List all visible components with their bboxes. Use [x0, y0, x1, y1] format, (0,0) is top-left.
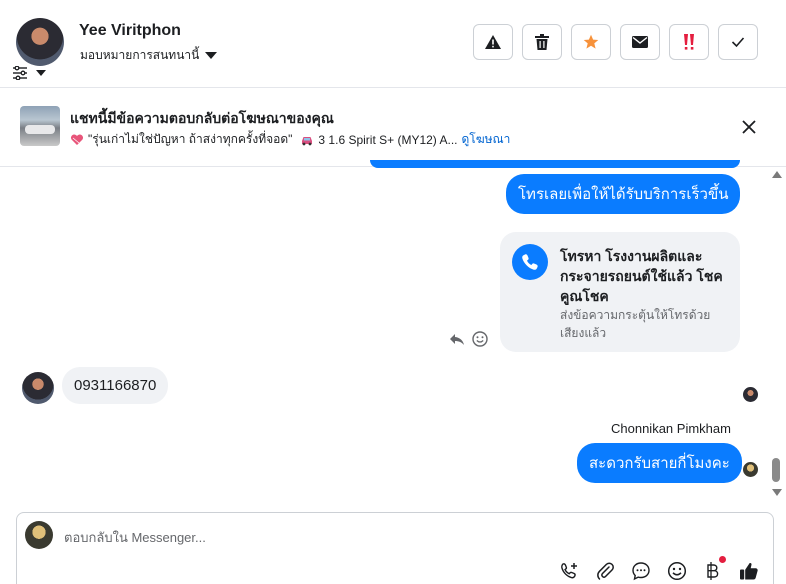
- mark-done-button[interactable]: [718, 24, 758, 60]
- message-text: สะดวกรับสายกี่โมงคะ: [589, 455, 730, 472]
- incoming-message[interactable]: 0931166870: [62, 367, 169, 404]
- phone-plus-icon: [561, 563, 577, 579]
- warning-icon: [485, 35, 501, 49]
- paperclip-icon: [597, 562, 614, 580]
- report-button[interactable]: [473, 24, 513, 60]
- ad-banner-details: "รุ่นเก่าไม่ใช่ปัญหา ถ้าสง่าทุกครั้งที่จ…: [70, 130, 510, 149]
- ad-thumbnail[interactable]: [20, 106, 60, 146]
- payment-button[interactable]: [702, 556, 726, 582]
- star-button[interactable]: [571, 24, 611, 60]
- smiley-icon[interactable]: [472, 331, 488, 347]
- scroll-up-arrow[interactable]: [772, 171, 782, 178]
- assign-dropdown[interactable]: มอบหมายการสนทนานี้: [80, 46, 218, 65]
- outgoing-message[interactable]: โทรเลยเพื่อให้ได้รับบริการเร็วขึ้น: [506, 174, 741, 214]
- star-icon: [583, 34, 599, 49]
- message-text: 0931166870: [74, 377, 157, 394]
- like-button[interactable]: [738, 560, 760, 582]
- contact-avatar-small[interactable]: [22, 372, 54, 404]
- trash-icon: [535, 34, 549, 50]
- seen-avatar: [743, 387, 758, 402]
- chat-bubble-icon: [632, 562, 650, 581]
- mark-unread-button[interactable]: [620, 24, 660, 60]
- sender-name: Chonnikan Pimkham: [611, 421, 731, 436]
- call-card-subtitle: ส่งข้อความกระตุ้นให้โทรด้วยเสียงแล้ว: [560, 308, 711, 340]
- contact-avatar[interactable]: [16, 18, 64, 66]
- scroll-down-arrow[interactable]: [772, 489, 782, 496]
- mail-icon: [632, 36, 648, 48]
- filter-dropdown[interactable]: [12, 66, 46, 80]
- ad-car-model: 3 1.6 Spirit S+ (MY12) A...: [318, 132, 458, 147]
- my-avatar: [25, 521, 53, 549]
- emoji-icon: [667, 561, 687, 581]
- contact-name[interactable]: Yee Viritphon: [79, 22, 181, 40]
- composer-toolbar: [558, 556, 760, 582]
- call-card-title: โทรหา โรงงานผลิตและกระจายรถยนต์ใช้แล้ว โ…: [560, 248, 723, 304]
- chevron-down-icon: [36, 70, 46, 76]
- seen-avatar: [743, 462, 758, 477]
- notification-dot: [719, 556, 726, 563]
- previous-message-bubble: [370, 160, 740, 168]
- call-button[interactable]: [512, 244, 548, 280]
- reply-input[interactable]: [64, 527, 724, 547]
- spam-button[interactable]: [669, 24, 709, 60]
- close-icon[interactable]: [740, 118, 758, 136]
- call-plus-button[interactable]: [558, 560, 580, 582]
- check-icon: [731, 37, 745, 48]
- ad-headline: "รุ่นเก่าไม่ใช่ปัญหา ถ้าสง่าทุกครั้งที่จ…: [88, 132, 293, 146]
- baht-icon: [707, 562, 719, 580]
- header-actions: [473, 24, 758, 60]
- scrollbar-thumb[interactable]: [772, 458, 780, 482]
- assign-label: มอบหมายการสนทนานี้: [80, 48, 200, 62]
- emoji-button[interactable]: [666, 560, 688, 582]
- car-icon: [302, 136, 313, 145]
- reply-icon[interactable]: [449, 332, 465, 346]
- message-text: โทรเลยเพื่อให้ได้รับบริการเร็วขึ้น: [518, 186, 729, 203]
- attach-button[interactable]: [594, 560, 616, 582]
- thumbs-up-icon: [740, 562, 758, 580]
- chevron-down-icon: [205, 52, 218, 59]
- view-ad-link[interactable]: ดูโฆษณา: [461, 130, 510, 149]
- spam-icon: [684, 34, 694, 50]
- call-cta-card[interactable]: โทรหา โรงงานผลิตและกระจายรถยนต์ใช้แล้ว โ…: [500, 232, 740, 352]
- heart-icon: [70, 133, 84, 145]
- sliders-icon: [13, 66, 27, 80]
- ad-banner-title: แชทนี้มีข้อความตอบกลับต่อโฆษณาของคุณ: [70, 110, 334, 126]
- saved-replies-button[interactable]: [630, 560, 652, 582]
- phone-icon: [522, 254, 538, 270]
- delete-button[interactable]: [522, 24, 562, 60]
- outgoing-message[interactable]: สะดวกรับสายกี่โมงคะ: [577, 443, 742, 483]
